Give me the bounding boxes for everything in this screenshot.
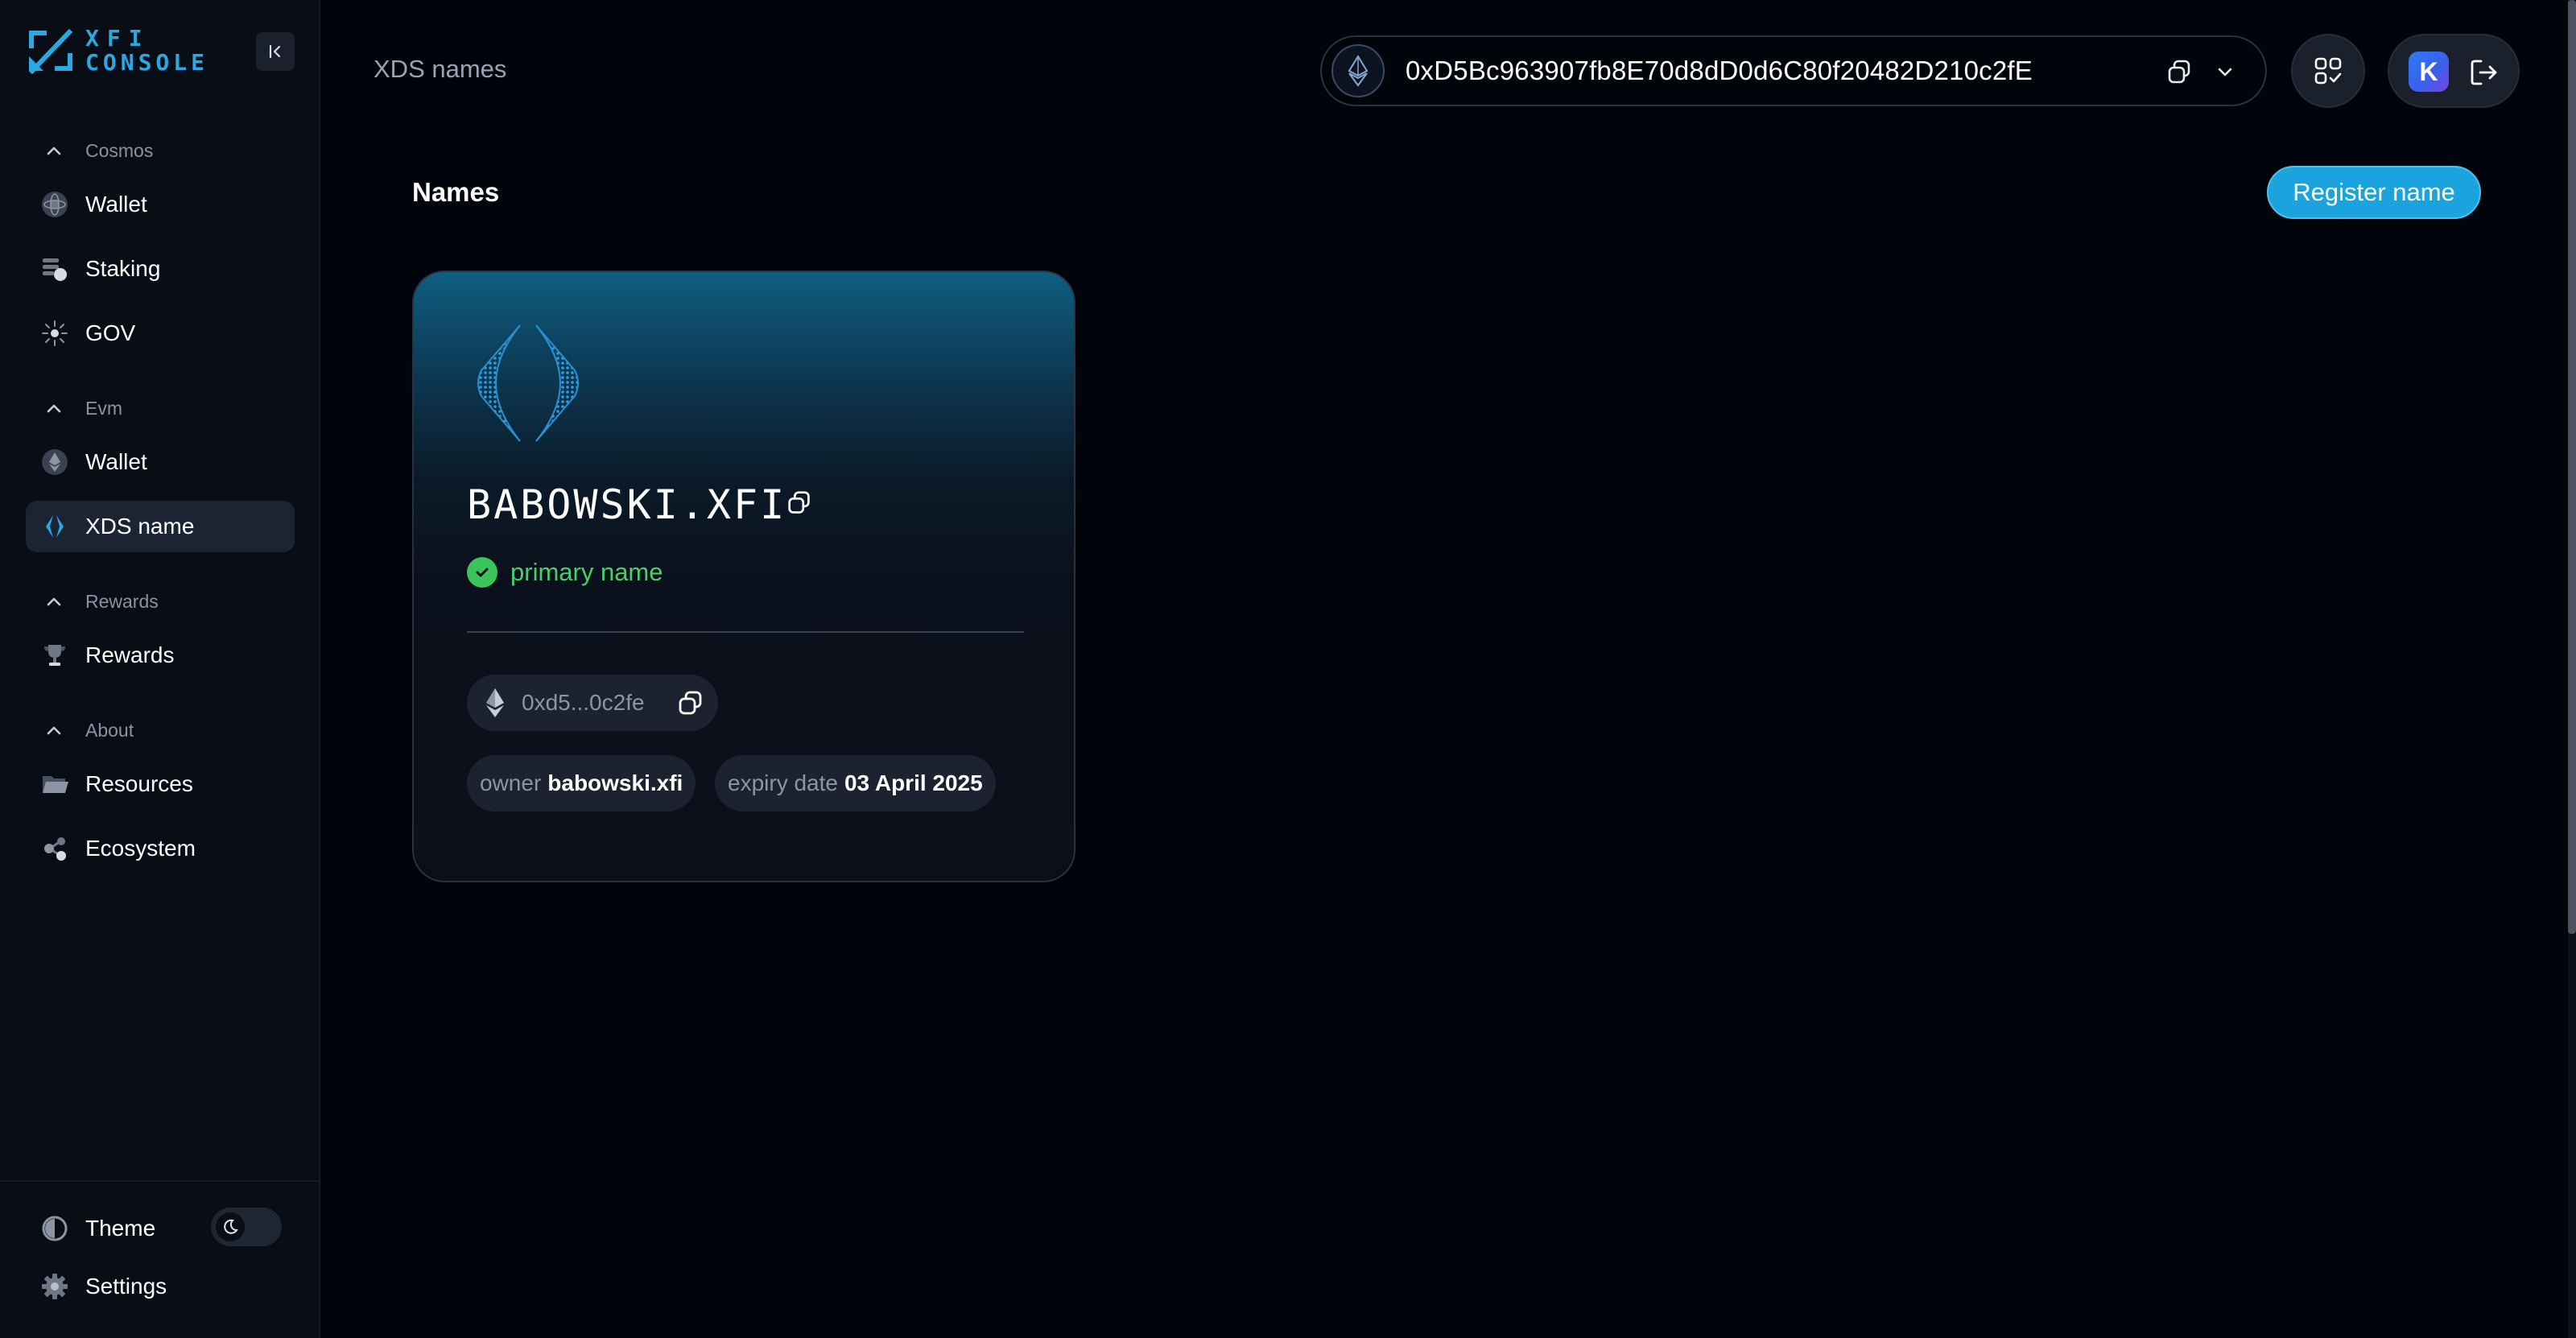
- page-title: Names: [412, 177, 500, 207]
- ens-logo-icon: [477, 324, 579, 442]
- sidebar-item-staking[interactable]: Staking: [26, 243, 295, 295]
- collapse-left-icon: [269, 44, 281, 59]
- xds-name-icon: [40, 512, 69, 541]
- ethereum-icon: [1331, 44, 1385, 97]
- sidebar-item-evm-wallet[interactable]: Wallet: [26, 436, 295, 488]
- copy-address-icon[interactable]: [675, 688, 707, 720]
- nav-label: Wallet: [85, 192, 147, 217]
- chevron-up-icon: [47, 726, 61, 735]
- collapse-sidebar-button[interactable]: [256, 32, 295, 71]
- nav-label: XDS name: [85, 514, 195, 539]
- apps-grid-icon: [2314, 57, 2342, 85]
- name-card[interactable]: BABOWSKI.XFI primary name 0xd5...0c2fe o…: [412, 270, 1075, 882]
- owner-label: owner: [480, 770, 542, 795]
- chevron-up-icon: [47, 147, 61, 155]
- trophy-icon: [40, 641, 69, 670]
- copy-name-icon[interactable]: [784, 488, 815, 518]
- nav-label: Resources: [85, 771, 193, 796]
- app-root: XFI CONSOLE Cosmos Wallet Staking GOV Ev…: [0, 0, 2576, 1338]
- theme-icon: [40, 1214, 69, 1243]
- breadcrumb: XDS names: [374, 55, 507, 83]
- sidebar-item-resources[interactable]: Resources: [26, 758, 295, 810]
- evm-wallet-icon: [40, 448, 69, 477]
- nav-label: Settings: [85, 1274, 167, 1299]
- wallet-address: 0xD5Bc963907fb8E70d8dD0d6C80f20482D210c2…: [1406, 56, 2033, 85]
- staking-icon: [40, 254, 69, 283]
- resolved-address-chip: 0xd5...0c2fe: [467, 675, 718, 731]
- ethereum-icon: [486, 688, 504, 717]
- cosmos-wallet-icon: [40, 190, 69, 219]
- chevron-up-icon: [47, 404, 61, 413]
- owner-chip: owner babowski.xfi: [467, 755, 696, 811]
- ecosystem-icon: [40, 834, 69, 863]
- chevron-down-icon[interactable]: [2209, 56, 2241, 89]
- primary-name-status: primary name: [467, 557, 663, 588]
- section-label: Cosmos: [85, 139, 154, 161]
- nav-label: Rewards: [85, 642, 175, 667]
- theme-label: Theme: [85, 1216, 156, 1241]
- folder-icon: [40, 770, 69, 799]
- sidebar-item-gov[interactable]: GOV: [26, 308, 295, 359]
- section-label: About: [85, 719, 134, 741]
- gear-icon: [40, 1272, 69, 1301]
- xfi-console-logo[interactable]: XFI CONSOLE: [24, 24, 209, 77]
- section-header-evm[interactable]: Evm: [42, 394, 122, 422]
- sidebar-item-settings[interactable]: Settings: [26, 1261, 295, 1312]
- sidebar-item-xds-name[interactable]: XDS name: [26, 501, 295, 552]
- nav-label: Staking: [85, 256, 161, 281]
- divider: [467, 631, 1024, 633]
- card-name: BABOWSKI.XFI: [467, 481, 787, 528]
- xfi-logo-icon: [28, 28, 73, 75]
- apps-grid-button[interactable]: [2291, 34, 2365, 108]
- theme-toggle[interactable]: [211, 1208, 282, 1246]
- check-circle-icon: [467, 557, 497, 588]
- sidebar-item-rewards[interactable]: Rewards: [26, 630, 295, 681]
- logout-icon[interactable]: [2467, 55, 2502, 90]
- nav-label: GOV: [85, 320, 136, 345]
- avatar[interactable]: K: [2409, 52, 2449, 92]
- user-menu[interactable]: K: [2388, 34, 2520, 108]
- section-header-cosmos[interactable]: Cosmos: [42, 137, 153, 164]
- register-name-button[interactable]: Register name: [2267, 166, 2481, 219]
- chevron-up-icon: [47, 597, 61, 606]
- nav-label: Wallet: [85, 449, 147, 474]
- wallet-selector[interactable]: 0xD5Bc963907fb8E70d8dD0d6C80f20482D210c2…: [1320, 35, 2267, 106]
- short-address: 0xd5...0c2fe: [522, 690, 645, 715]
- section-header-rewards[interactable]: Rewards: [42, 588, 159, 615]
- expiry-label: expiry date: [728, 770, 838, 795]
- sidebar-item-ecosystem[interactable]: Ecosystem: [26, 823, 295, 874]
- scrollbar-thumb[interactable]: [2568, 0, 2576, 934]
- section-label: Rewards: [85, 590, 159, 612]
- sidebar-item-cosmos-wallet[interactable]: Wallet: [26, 179, 295, 230]
- gov-icon: [40, 319, 69, 348]
- expiry-chip: expiry date 03 April 2025: [715, 755, 996, 811]
- copy-address-icon[interactable]: [2164, 56, 2196, 89]
- moon-icon: [216, 1212, 245, 1241]
- sidebar: XFI CONSOLE Cosmos Wallet Staking GOV Ev…: [0, 0, 320, 1338]
- section-label: Evm: [85, 397, 122, 419]
- logo-text: XFI CONSOLE: [85, 25, 209, 76]
- nav-label: Ecosystem: [85, 836, 196, 861]
- expiry-value: 03 April 2025: [844, 770, 983, 795]
- section-header-about[interactable]: About: [42, 716, 134, 744]
- owner-value: babowski.xfi: [547, 770, 683, 795]
- primary-name-label: primary name: [510, 558, 663, 586]
